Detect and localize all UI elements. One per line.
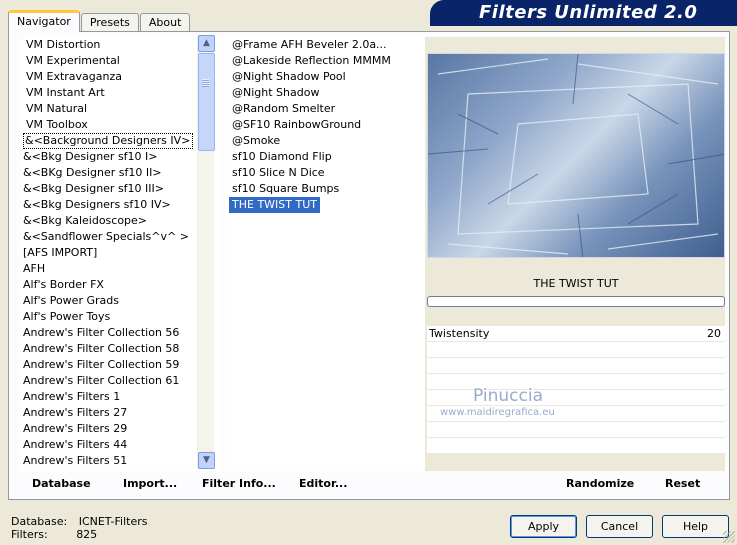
category-item[interactable]: &<BKg Designer sf10 II> [21, 165, 221, 181]
database-button[interactable]: Database [32, 477, 91, 493]
category-item[interactable]: &<Sandflower Specials^v^ > [21, 229, 221, 245]
param-row[interactable] [427, 438, 725, 454]
tab-navigator[interactable]: Navigator [8, 10, 80, 32]
category-item[interactable]: Andrew's Filters 29 [21, 421, 221, 437]
category-item[interactable]: Alf's Border FX [21, 277, 221, 293]
editor-button[interactable]: Editor... [299, 477, 347, 493]
category-item[interactable]: [AFS IMPORT] [21, 245, 221, 261]
randomize-button[interactable]: Randomize [566, 477, 634, 493]
database-status: Database: ICNET-Filters [11, 515, 147, 528]
scroll-thumb[interactable] [198, 53, 215, 151]
apply-button[interactable]: Apply [510, 515, 577, 538]
scroll-grip-icon [202, 79, 209, 87]
scroll-down-button[interactable]: ▼ [198, 452, 215, 469]
filter-item[interactable]: sf10 Square Bumps [225, 181, 425, 197]
filter-info-button[interactable]: Filter Info... [202, 477, 276, 493]
scroll-up-button[interactable]: ▲ [198, 35, 215, 52]
parameter-list: Twistensity 20 [427, 326, 725, 454]
param-row[interactable] [427, 374, 725, 390]
category-item-focused[interactable]: &<Background Designers IV> [23, 133, 194, 149]
category-item[interactable]: VM Natural [21, 101, 221, 117]
category-item[interactable]: VM Toolbox [21, 117, 221, 133]
filter-item[interactable]: THE TWIST TUT [225, 197, 425, 213]
category-item[interactable]: &<Bkg Designers sf10 IV> [21, 197, 221, 213]
category-item[interactable]: VM Extravaganza [21, 69, 221, 85]
category-item[interactable]: &<Bkg Designer sf10 I> [21, 149, 221, 165]
watermark-url: www.maidiregrafica.eu [440, 407, 555, 418]
tab-presets[interactable]: Presets [80, 13, 139, 32]
filter-item[interactable]: @Lakeside Reflection MMMM [225, 53, 425, 69]
filter-item[interactable]: @Smoke [225, 133, 425, 149]
category-item[interactable]: &<Background Designers IV> [21, 133, 221, 149]
filters-count: 825 [76, 528, 98, 541]
param-value: 20 [707, 327, 721, 340]
brand-title: Filters Unlimited 2.0 [479, 2, 698, 23]
category-item[interactable]: Andrew's Filter Collection 59 [21, 357, 221, 373]
category-scrollbar[interactable]: ▲ ▼ [197, 35, 215, 469]
category-item[interactable]: VM Experimental [21, 53, 221, 69]
category-item[interactable]: Alf's Power Toys [21, 309, 221, 325]
category-item[interactable]: Andrew's Filters 1 [21, 389, 221, 405]
import-button[interactable]: Import... [123, 477, 177, 493]
category-item[interactable]: &<Bkg Kaleidoscope> [21, 213, 221, 229]
progress-bar [427, 296, 725, 307]
filter-item[interactable]: @Frame AFH Beveler 2.0a... [225, 37, 425, 53]
category-item[interactable]: VM Distortion [21, 37, 221, 53]
filter-item[interactable]: sf10 Diamond Flip [225, 149, 425, 165]
filter-item[interactable]: @Night Shadow Pool [225, 69, 425, 85]
filters-status: Filters: 825 [11, 528, 97, 541]
category-item[interactable]: VM Instant Art [21, 85, 221, 101]
filters-label: Filters: [11, 528, 48, 541]
param-row[interactable] [427, 342, 725, 358]
cancel-button[interactable]: Cancel [586, 515, 653, 538]
tab-about[interactable]: About [139, 13, 191, 32]
tab-strip: Navigator Presets About [8, 10, 191, 32]
category-item[interactable]: AFH [21, 261, 221, 277]
category-item[interactable]: &<Bkg Designer sf10 III> [21, 181, 221, 197]
watermark-name: Pinuccia [473, 386, 543, 406]
param-row[interactable] [427, 390, 725, 406]
category-item[interactable]: Andrew's Filter Collection 56 [21, 325, 221, 341]
category-item[interactable]: Andrew's Filter Collection 61 [21, 373, 221, 389]
category-item[interactable]: Andrew's Filters 27 [21, 405, 221, 421]
resize-grip-icon[interactable] [723, 531, 735, 543]
filter-item[interactable]: @Random Smelter [225, 101, 425, 117]
database-label: Database: [11, 515, 68, 528]
database-value: ICNET-Filters [78, 515, 148, 528]
param-row[interactable] [427, 422, 725, 438]
category-item[interactable]: Andrew's Filters 51 [21, 453, 221, 469]
filter-item[interactable]: sf10 Slice N Dice [225, 165, 425, 181]
reset-button[interactable]: Reset [665, 477, 700, 493]
filter-item[interactable]: @SF10 RainbowGround [225, 117, 425, 133]
param-row-twistensity[interactable]: Twistensity 20 [427, 326, 725, 342]
navigator-panel: VM Distortion VM Experimental VM Extravaga… [8, 31, 730, 500]
category-list[interactable]: VM Distortion VM Experimental VM Extravaga… [21, 37, 221, 471]
param-row[interactable] [427, 358, 725, 374]
category-item[interactable]: Alf's Power Grads [21, 293, 221, 309]
filter-item[interactable]: @Night Shadow [225, 85, 425, 101]
filter-item-selected[interactable]: THE TWIST TUT [229, 197, 320, 213]
category-item[interactable]: Andrew's Filter Collection 58 [21, 341, 221, 357]
selected-filter-name: THE TWIST TUT [533, 277, 619, 290]
param-label: Twistensity [429, 327, 490, 340]
preview-image [427, 53, 725, 258]
help-button[interactable]: Help [662, 515, 729, 538]
filter-list[interactable]: @Frame AFH Beveler 2.0a... @Lakeside Refl… [225, 37, 425, 471]
category-item[interactable]: Andrew's Filters 44 [21, 437, 221, 453]
